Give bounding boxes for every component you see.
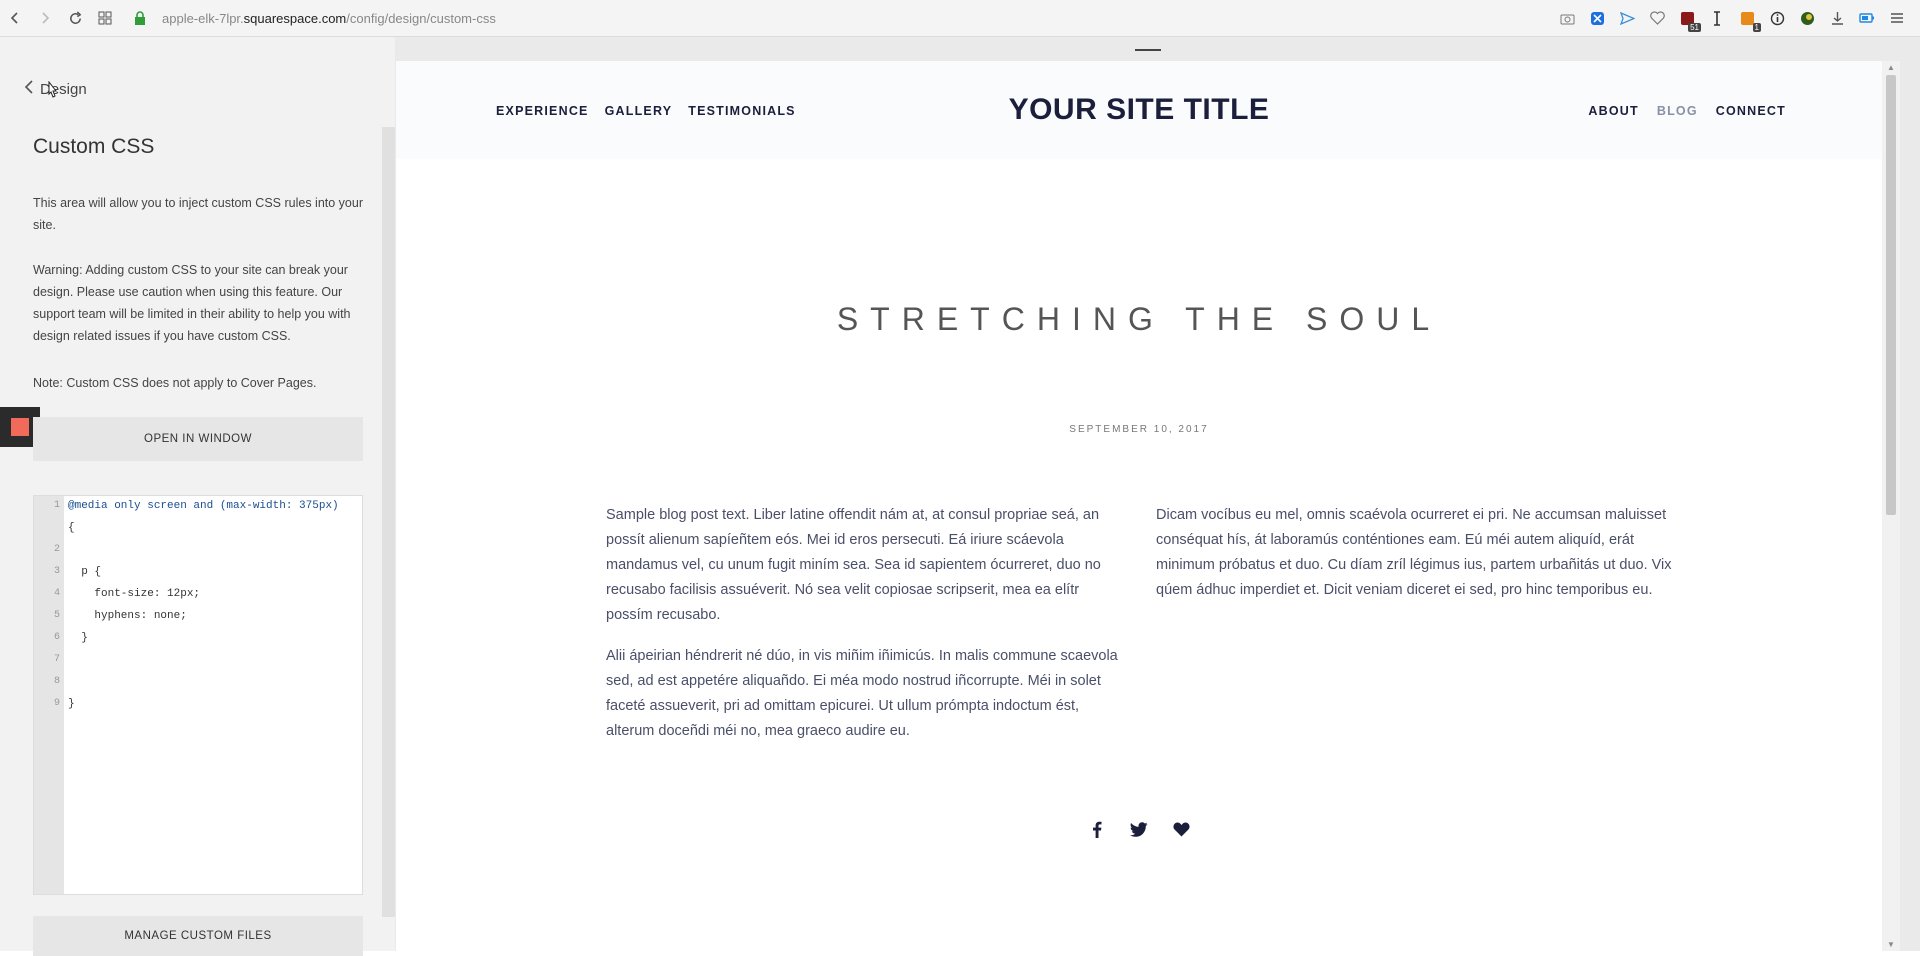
lock-icon <box>130 8 150 28</box>
code-line: } <box>68 632 88 644</box>
info-icon[interactable] <box>1766 7 1788 29</box>
extension-bar: 51 1 <box>1556 7 1908 32</box>
code-line: { <box>68 522 75 534</box>
heart-outline-icon[interactable] <box>1646 7 1668 29</box>
post-date: SEPTEMBER 10, 2017 <box>1069 424 1209 435</box>
line-number: 4 <box>53 588 60 599</box>
nav-connect[interactable]: CONNECT <box>1716 104 1786 118</box>
battery-icon[interactable] <box>1856 7 1878 29</box>
open-in-window-button[interactable]: OPEN IN WINDOW <box>33 417 363 461</box>
intro-text: This area will allow you to inject custo… <box>33 196 363 232</box>
menu-icon[interactable] <box>1886 7 1908 29</box>
orange-extension-icon[interactable]: 1 <box>1736 7 1761 32</box>
code-line: p { <box>68 566 102 578</box>
line-number: 6 <box>53 632 60 643</box>
address-bar[interactable]: apple-elk-7lpr.squarespace.com/config/de… <box>130 3 1556 33</box>
text-cursor-icon[interactable] <box>1706 7 1728 29</box>
line-number: 8 <box>53 676 60 687</box>
code-area[interactable]: @media only screen and (max-width: 375px… <box>64 496 362 894</box>
code-line: hyphens: none; <box>68 610 187 622</box>
secondary-nav: ABOUT BLOG CONNECT <box>1588 104 1786 118</box>
download-icon[interactable] <box>1826 7 1848 29</box>
nav-blog[interactable]: BLOG <box>1657 104 1698 118</box>
apps-icon[interactable] <box>90 3 120 33</box>
preview-scrollbar[interactable]: ▲ ▼ <box>1882 61 1900 951</box>
code-line: font-size: 12px; <box>68 588 201 600</box>
post-paragraph: Dicam vocíbus eu mel, omnis scaévola ocu… <box>1156 507 1672 598</box>
line-number: 7 <box>53 654 60 665</box>
line-number: 1 <box>53 500 60 511</box>
url-text: apple-elk-7lpr.squarespace.com/config/de… <box>162 10 496 26</box>
post-paragraph: Alii ápeirian héndrerit né dúo, in vis m… <box>606 648 1118 739</box>
forward-icon[interactable] <box>30 3 60 33</box>
line-number: 3 <box>53 566 60 577</box>
twitter-icon[interactable] <box>1129 819 1149 839</box>
line-number: 5 <box>53 610 60 621</box>
custom-css-panel: Design Custom CSS This area will allow y… <box>0 37 395 956</box>
browser-toolbar: apple-elk-7lpr.squarespace.com/config/de… <box>0 0 1920 37</box>
post-column-right: Dicam vocíbus eu mel, omnis scaévola ocu… <box>1156 503 1676 619</box>
chevron-left-icon <box>24 79 34 100</box>
scroll-up-icon[interactable]: ▲ <box>1887 63 1895 72</box>
post-paragraph: Sample blog post text. Liber latine offe… <box>606 507 1101 623</box>
note-text: Note: Custom CSS does not apply to Cover… <box>33 376 317 390</box>
share-buttons <box>396 819 1882 839</box>
site-preview: EXPERIENCE GALLERY TESTIMONIALS YOUR SIT… <box>396 61 1882 951</box>
scrollbar-thumb[interactable] <box>1886 75 1896 515</box>
post-column-left: Sample blog post text. Liber latine offe… <box>606 503 1126 760</box>
send-icon[interactable] <box>1616 7 1638 29</box>
drag-handle[interactable] <box>1135 49 1161 51</box>
back-to-design-link[interactable]: Design <box>24 73 87 105</box>
heart-icon[interactable] <box>1171 819 1191 839</box>
ublock-icon[interactable]: 51 <box>1676 7 1701 32</box>
editor-gutter: 1 2 3 4 5 6 7 8 9 <box>34 496 64 894</box>
globe-extension-icon[interactable] <box>1796 7 1818 29</box>
reload-icon[interactable] <box>60 3 90 33</box>
post-title: STRETCHING THE SOUL <box>836 301 1442 337</box>
css-code-editor[interactable]: 1 2 3 4 5 6 7 8 9 @media only screen and… <box>33 495 363 895</box>
code-line: @media only screen and (max-width: 375px… <box>68 500 339 512</box>
line-number: 9 <box>53 698 60 709</box>
facebook-icon[interactable] <box>1087 819 1107 839</box>
warning-text: Warning: Adding custom CSS to your site … <box>33 263 351 343</box>
panel-scrollbar[interactable] <box>382 127 395 917</box>
stop-square-icon <box>11 418 29 436</box>
shield-extension-icon[interactable] <box>1586 7 1608 29</box>
panel-title: Custom CSS <box>33 135 155 158</box>
code-line: } <box>68 698 75 710</box>
camera-icon[interactable] <box>1556 7 1578 29</box>
nav-about[interactable]: ABOUT <box>1588 104 1638 118</box>
mouse-cursor-icon <box>45 80 61 105</box>
line-number: 2 <box>53 544 60 555</box>
site-header: EXPERIENCE GALLERY TESTIMONIALS YOUR SIT… <box>396 61 1882 159</box>
back-icon[interactable] <box>0 3 30 33</box>
scroll-down-icon[interactable]: ▼ <box>1887 940 1895 949</box>
manage-custom-files-button[interactable]: MANAGE CUSTOM FILES <box>33 916 363 956</box>
